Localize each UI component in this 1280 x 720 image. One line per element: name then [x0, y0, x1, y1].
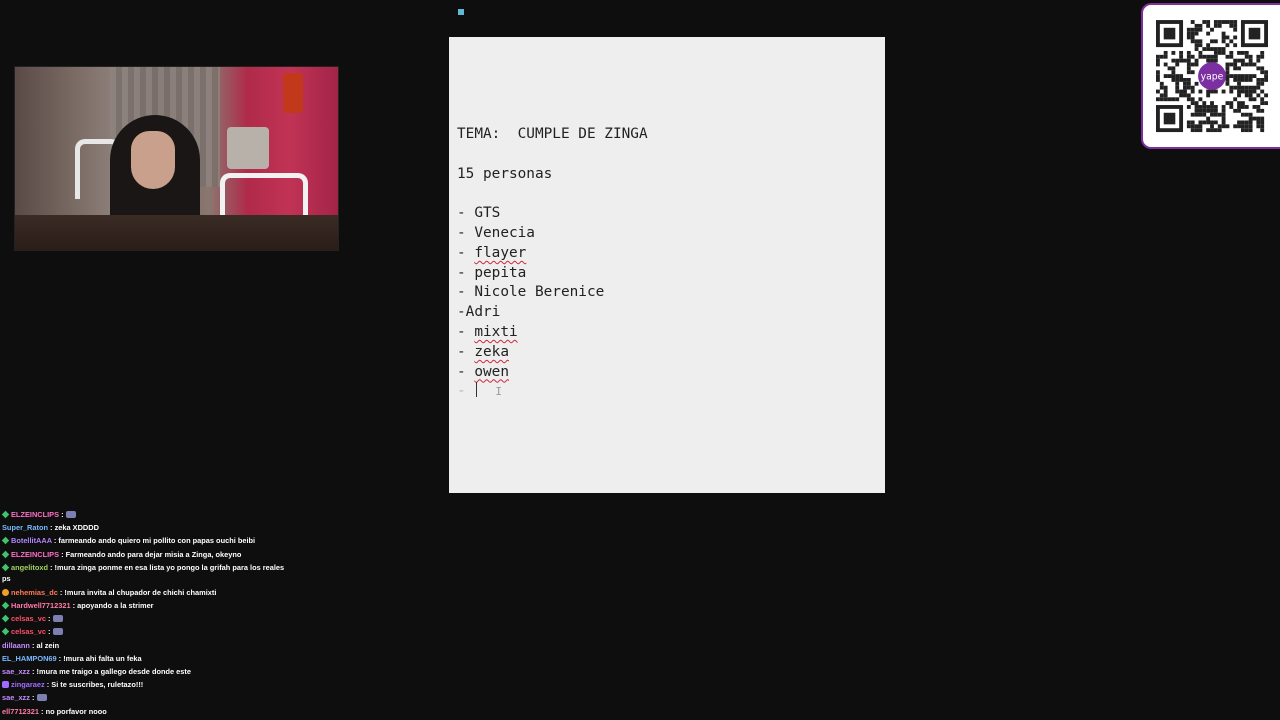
spellcheck-word: owen — [474, 363, 509, 380]
emote-icon — [52, 615, 63, 623]
chat-username[interactable]: ELZEINCLIPS — [11, 510, 59, 519]
chat-username[interactable]: celsas_vc — [11, 627, 46, 636]
emote-icon — [36, 694, 47, 702]
lamp — [283, 73, 303, 113]
chat-message: sae_xzz : !mura me traigo a gallego desd… — [2, 667, 191, 677]
chat-text: Si te suscribes, ruletazo!!! — [51, 680, 144, 690]
chat-message: nehemias_dc : !mura invita al chupador d… — [0, 586, 290, 599]
notepad-document[interactable]: TEMA: CUMPLE DE ZINGA 15 personas - GTS … — [449, 37, 885, 493]
note-line: - owen — [457, 363, 509, 380]
chat-username[interactable]: angelitoxd — [11, 563, 48, 572]
chat-message: zingaraez : Si te suscribes, ruletazo!!! — [0, 678, 290, 691]
floor — [15, 215, 338, 250]
chat-text: !mura me traigo a gallego desde donde es… — [36, 667, 191, 677]
chat-text: zeka XDDDD — [54, 523, 99, 533]
chat-badge-icon — [1, 550, 10, 558]
top-marker — [458, 9, 464, 15]
chat-username[interactable]: zingaraez — [11, 680, 45, 689]
emote-icon — [65, 511, 76, 518]
note-line — [457, 184, 648, 204]
chat-username[interactable]: celsas_vc — [11, 614, 46, 623]
qr-code-icon: yape — [1156, 20, 1268, 133]
chat-text: !mura ahi falta un feka — [63, 653, 142, 663]
chat-text: no porfavor nooo — [45, 706, 107, 716]
note-line: TEMA: CUMPLE DE ZINGA — [457, 126, 648, 142]
chat-username[interactable]: ELZEINCLIPS — [11, 550, 59, 559]
chat-panel: ELZEINCLIPS : Super_Raton : zeka XDDDD Bo… — [0, 508, 290, 720]
streamer-face — [131, 131, 175, 189]
note-line: -Adri — [457, 304, 501, 321]
chat-message: celsas_vc : — [0, 625, 290, 638]
chat-message: BotellitAAA : farmeando ando quiero mi p… — [0, 534, 290, 547]
chat-message: EL_HAMPON69 : !mura ahi falta un feka — [2, 653, 142, 663]
sofa — [227, 127, 269, 169]
chat-badge-icon — [1, 615, 10, 623]
chat-message: ELZEINCLIPS : Farmeando ando para dejar … — [0, 548, 290, 561]
note-line — [457, 145, 648, 165]
chat-username[interactable]: EL_HAMPON69 — [2, 654, 57, 663]
chat-badge-icon — [1, 510, 10, 519]
chat-username[interactable]: ell7712321 — [2, 707, 39, 716]
note-line: - flayer — [457, 244, 527, 261]
ibeam-cursor-icon: I — [495, 385, 502, 399]
note-text[interactable]: TEMA: CUMPLE DE ZINGA 15 personas - GTS … — [457, 125, 648, 402]
note-line: - pepita — [457, 264, 527, 281]
chat-badge-icon — [1, 628, 10, 636]
note-line: 15 personas — [457, 165, 553, 182]
chat-message: ELZEINCLIPS : — [0, 508, 290, 521]
chat-badge-icon — [2, 588, 9, 596]
emote-icon — [52, 628, 63, 636]
chat-message: sae_xzz : — [0, 691, 290, 704]
chat-badge-icon — [2, 681, 9, 689]
chat-username[interactable]: sae_xzz — [2, 693, 30, 702]
text-caret — [476, 382, 478, 398]
note-line: - zeka — [457, 343, 509, 360]
note-line: - mixti — [457, 323, 518, 340]
note-line-current: - I — [457, 382, 502, 400]
chat-message: Hardwell7712321 : apoyando a la strimer — [0, 599, 290, 612]
spellcheck-word: flayer — [474, 244, 527, 261]
chat-message: celsas_vc : — [0, 612, 290, 625]
spellcheck-word: zeka — [474, 343, 509, 360]
note-line: - GTS — [457, 205, 501, 222]
chat-username[interactable]: nehemias_dc — [11, 588, 58, 597]
note-line: - Venecia — [457, 224, 535, 241]
chat-message: dillaann : al zein — [2, 640, 60, 650]
chat-text: al zein — [36, 640, 60, 650]
note-line: - Nicole Berenice — [457, 284, 605, 301]
chat-username[interactable]: dillaann — [2, 641, 30, 650]
webcam-feed — [14, 66, 339, 251]
chat-text: !mura invita al chupador de chichi chami… — [64, 587, 217, 597]
chat-message: Super_Raton : zeka XDDDD — [2, 523, 99, 533]
spellcheck-word: mixti — [474, 323, 518, 340]
chat-username[interactable]: Super_Raton — [2, 523, 48, 532]
chat-username[interactable]: BotellitAAA — [11, 536, 52, 545]
yape-qr-code: yape — [1141, 3, 1280, 149]
chat-badge-icon — [1, 563, 10, 572]
svg-text:yape: yape — [1201, 72, 1224, 83]
chat-message: ell7712321 : no porfavor nooo — [2, 706, 107, 716]
chat-badge-icon — [1, 601, 10, 610]
chat-text: apoyando a la strimer — [77, 601, 154, 611]
chat-username[interactable]: sae_xzz — [2, 667, 30, 676]
chat-username[interactable]: Hardwell7712321 — [11, 601, 71, 610]
chat-badge-icon — [1, 537, 10, 545]
chat-message: angelitoxd : !mura zinga ponme en esa li… — [1, 562, 285, 584]
chat-text: farmeando ando quiero mi pollito con pap… — [58, 536, 256, 546]
chat-text: Farmeando ando para dejar misia a Zinga,… — [65, 549, 242, 559]
